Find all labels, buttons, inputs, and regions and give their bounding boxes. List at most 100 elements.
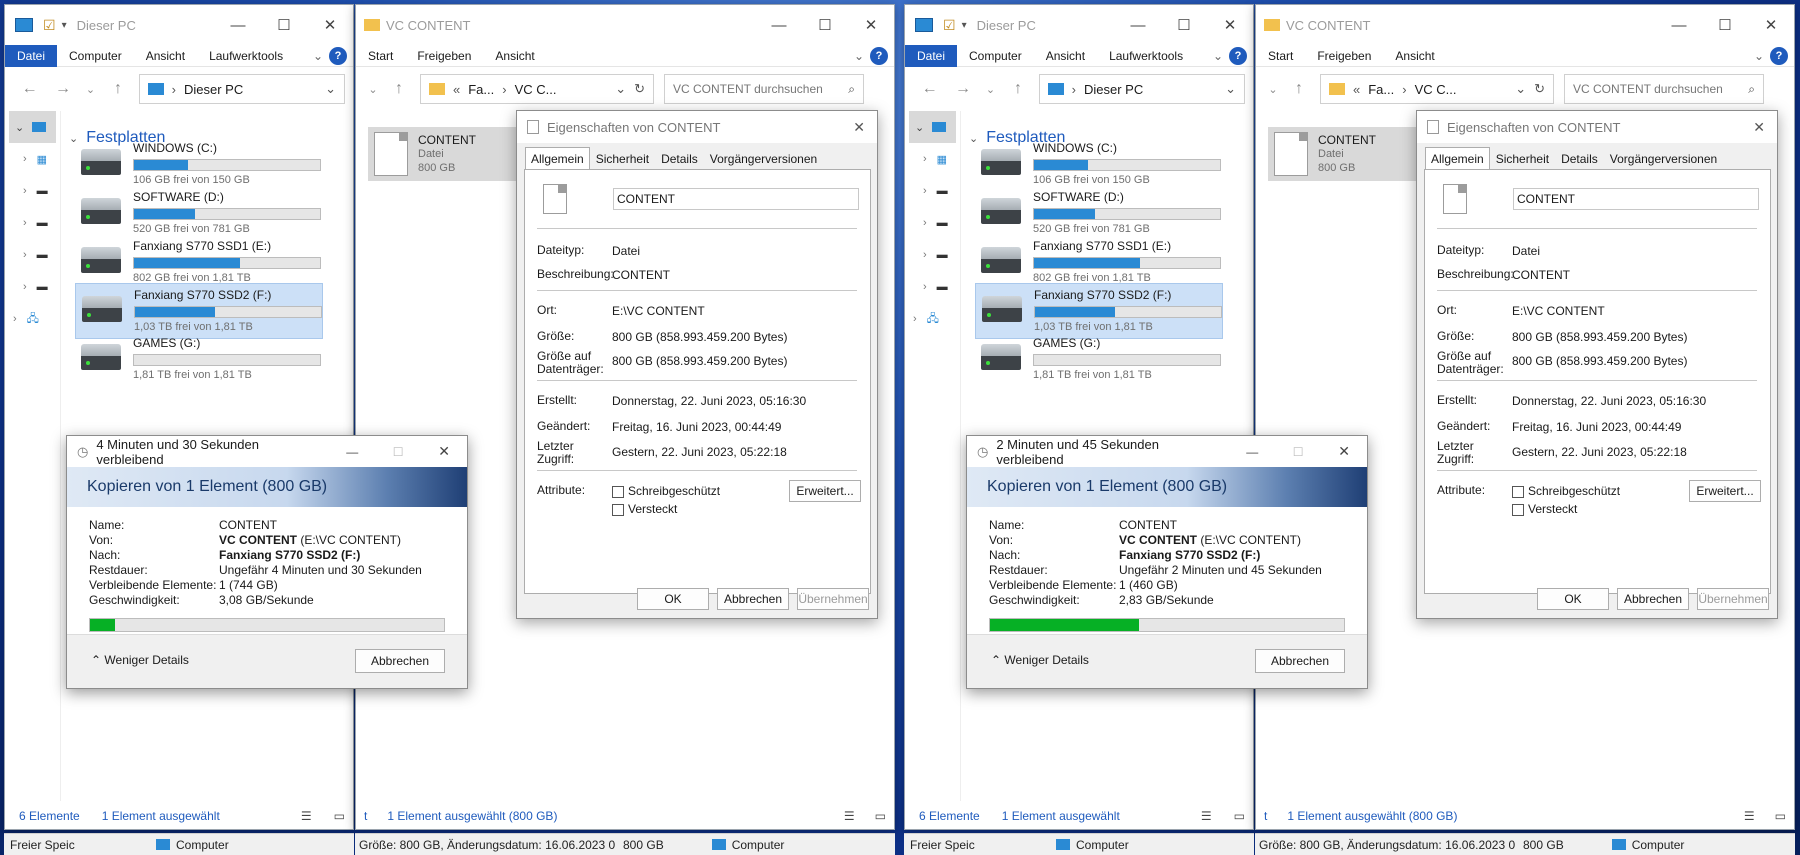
tiles-view-icon[interactable]: ▭ — [1234, 809, 1245, 823]
maximize-button[interactable]: ☐ — [802, 5, 848, 45]
minimize-button[interactable]: — — [1229, 445, 1275, 459]
ribbon-expand-icon[interactable]: ⌄ — [1207, 45, 1229, 67]
tree-item-dieser-pc[interactable]: ⌄ — [909, 111, 956, 143]
ribbon-tab-start[interactable]: Start — [1256, 45, 1305, 67]
address-bar[interactable]: › Dieser PC ⌄ — [1038, 74, 1246, 104]
address-part[interactable]: Fa... — [1368, 82, 1394, 97]
checkbox-box[interactable] — [1512, 503, 1524, 516]
ribbon-expand-icon[interactable]: ⌄ — [848, 45, 870, 67]
details-view-icon[interactable]: ☰ — [1201, 809, 1212, 823]
cancel-copy-button[interactable]: Abbrechen — [355, 649, 445, 673]
tiles-view-icon[interactable]: ▭ — [334, 809, 345, 823]
erweitert-button[interactable]: Erweitert... — [789, 480, 861, 502]
search-box[interactable]: VC CONTENT durchsuchen ⌕ — [1564, 74, 1764, 104]
recent-dropdown-icon[interactable]: ⌄ — [1264, 83, 1282, 96]
address-part[interactable]: VC C... — [515, 82, 557, 97]
von-source-link[interactable]: VC CONTENT — [219, 533, 297, 547]
checkbox-box[interactable] — [612, 503, 624, 516]
checkbox-box[interactable] — [612, 485, 624, 498]
tab-details[interactable]: Details — [1555, 147, 1604, 171]
cancel-button[interactable]: Abbrechen — [1617, 588, 1689, 610]
forward-arrow-icon[interactable]: → — [46, 80, 79, 98]
drive-item[interactable]: SOFTWARE (D:) 520 GB frei von 781 GB — [975, 186, 1223, 242]
ribbon-tab-laufwerktools[interactable]: Laufwerktools — [1097, 45, 1195, 67]
address-bar[interactable]: « Fa... › VC C... ⌄ ↻ — [1320, 74, 1554, 104]
up-arrow-icon[interactable]: ↑ — [1001, 80, 1034, 98]
von-source-link[interactable]: VC CONTENT — [1119, 533, 1197, 547]
taskbar-computer[interactable]: Computer — [176, 838, 229, 852]
drive-item[interactable]: GAMES (G:) 1,81 TB frei von 1,81 TB — [75, 332, 323, 388]
apply-button[interactable]: Übernehmen — [797, 588, 869, 610]
drive-item[interactable]: WINDOWS (C:) 106 GB frei von 150 GB — [75, 137, 323, 193]
close-button[interactable]: ✕ — [421, 443, 467, 460]
ribbon-tab-ansicht[interactable]: Ansicht — [1383, 45, 1446, 67]
close-button[interactable]: ✕ — [1207, 5, 1253, 45]
tree-item[interactable]: › ▬ — [905, 207, 960, 239]
tree-item[interactable]: › ▬ — [905, 175, 960, 207]
ribbon-tab-start[interactable]: Start — [356, 45, 405, 67]
recent-dropdown-icon[interactable]: ⌄ — [364, 83, 382, 96]
tree-item[interactable]: › ▦ — [905, 143, 960, 175]
tab-vorgaengerversionen[interactable]: Vorgängerversionen — [1604, 147, 1723, 171]
ribbon-tab-ansicht[interactable]: Ansicht — [134, 45, 197, 67]
help-icon[interactable]: ? — [1770, 46, 1788, 65]
ribbon-tab-datei[interactable]: Datei — [5, 44, 58, 67]
forward-arrow-icon[interactable]: → — [946, 80, 979, 98]
checkbox-schreibgeschuetzt[interactable]: Schreibgeschützt — [1512, 484, 1620, 498]
drive-item[interactable]: GAMES (G:) 1,81 TB frei von 1,81 TB — [975, 332, 1223, 388]
tree-item[interactable]: › ▬ — [905, 239, 960, 271]
tab-details[interactable]: Details — [655, 147, 704, 171]
cancel-copy-button[interactable]: Abbrechen — [1255, 649, 1345, 673]
ribbon-tab-datei[interactable]: Datei — [905, 44, 958, 67]
maximize-button[interactable]: ☐ — [261, 5, 307, 45]
tree-item[interactable]: › ▬ — [5, 175, 60, 207]
ok-button[interactable]: OK — [637, 588, 709, 610]
address-part[interactable]: Fa... — [468, 82, 494, 97]
qat-dropdown-icon[interactable]: ▾ — [62, 20, 67, 31]
maximize-button[interactable]: ☐ — [1702, 5, 1748, 45]
checkbox-versteckt[interactable]: Versteckt — [612, 502, 677, 516]
details-view-icon[interactable]: ☰ — [301, 809, 312, 823]
file-item[interactable]: CONTENT Datei 800 GB — [1268, 127, 1418, 181]
tree-item[interactable]: › ▬ — [905, 271, 960, 303]
ribbon-tab-ansicht[interactable]: Ansicht — [1034, 45, 1097, 67]
close-button[interactable]: ✕ — [1321, 443, 1367, 460]
erweitert-button[interactable]: Erweitert... — [1689, 480, 1761, 502]
recent-dropdown-icon[interactable]: ⌄ — [80, 83, 102, 96]
checkbox-versteckt[interactable]: Versteckt — [1512, 502, 1577, 516]
minimize-button[interactable]: — — [1656, 5, 1702, 45]
ok-button[interactable]: OK — [1537, 588, 1609, 610]
address-bar[interactable]: › Dieser PC ⌄ — [138, 74, 346, 104]
less-details-toggle[interactable]: ⌃ Weniger Details — [91, 653, 189, 667]
less-details-toggle[interactable]: ⌃ Weniger Details — [991, 653, 1089, 667]
ribbon-expand-icon[interactable]: ⌄ — [307, 45, 329, 67]
qat-dropdown-icon[interactable]: ▾ — [962, 20, 967, 31]
search-box[interactable]: VC CONTENT durchsuchen ⌕ — [664, 74, 864, 104]
tab-vorgaengerversionen[interactable]: Vorgängerversionen — [704, 147, 823, 171]
checkbox-box[interactable] — [1512, 485, 1524, 498]
minimize-button[interactable]: — — [329, 445, 375, 459]
tab-sicherheit[interactable]: Sicherheit — [590, 147, 655, 171]
tiles-view-icon[interactable]: ▭ — [875, 809, 886, 823]
minimize-button[interactable]: — — [756, 5, 802, 45]
tab-allgemein[interactable]: Allgemein — [1425, 147, 1490, 171]
up-arrow-icon[interactable]: ↑ — [101, 80, 134, 98]
ribbon-tab-freigeben[interactable]: Freigeben — [405, 45, 483, 67]
cancel-button[interactable]: Abbrechen — [717, 588, 789, 610]
drive-item[interactable]: Fanxiang S770 SSD2 (F:) 1,03 TB frei von … — [75, 283, 323, 339]
up-arrow-icon[interactable]: ↑ — [382, 80, 416, 98]
ribbon-expand-icon[interactable]: ⌄ — [1748, 45, 1770, 67]
taskbar-computer[interactable]: Computer — [732, 838, 785, 852]
tab-allgemein[interactable]: Allgemein — [525, 147, 590, 171]
tab-sicherheit[interactable]: Sicherheit — [1490, 147, 1555, 171]
ribbon-tab-computer[interactable]: Computer — [957, 45, 1034, 67]
ribbon-tab-laufwerktools[interactable]: Laufwerktools — [197, 45, 295, 67]
name-input[interactable]: CONTENT — [613, 188, 859, 210]
address-dropdown-icon[interactable]: ⌄ — [1225, 81, 1236, 97]
help-icon[interactable]: ? — [870, 46, 888, 65]
minimize-button[interactable]: — — [215, 5, 261, 45]
close-button[interactable]: ✕ — [848, 5, 894, 45]
details-view-icon[interactable]: ☰ — [844, 809, 855, 823]
tree-item[interactable]: › ▬ — [5, 271, 60, 303]
refresh-icon[interactable]: ↻ — [1534, 81, 1545, 97]
